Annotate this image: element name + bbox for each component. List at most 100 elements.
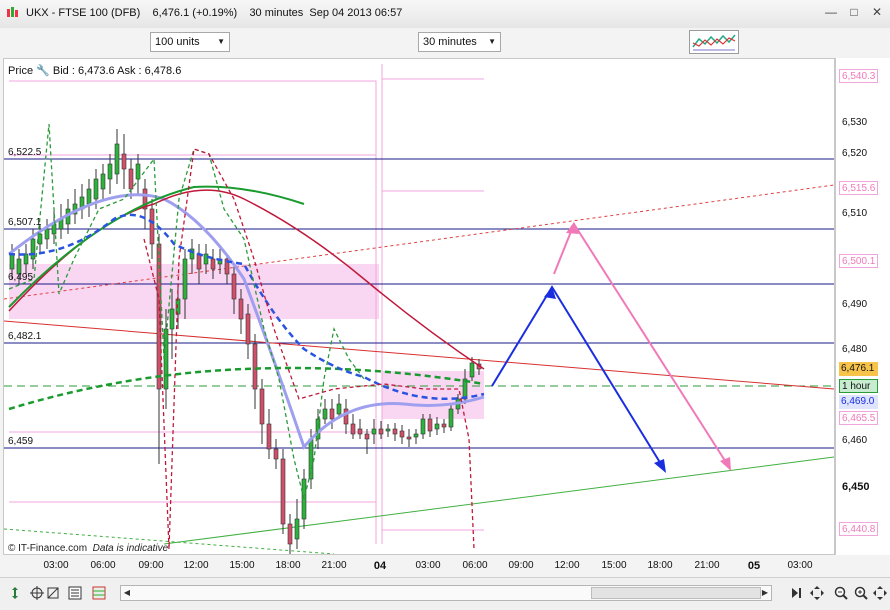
scroll-right-icon[interactable]: ▶ — [759, 586, 771, 600]
arrows-icon[interactable] — [8, 586, 22, 600]
candle-up — [420, 418, 426, 435]
candle-down — [245, 313, 251, 345]
candle-up — [9, 253, 15, 270]
candle-down — [280, 458, 286, 525]
level-label-6459: 6,459 — [8, 436, 34, 447]
candle-down — [364, 433, 370, 440]
candlesticks — [9, 129, 482, 554]
title-bar: UKX - FTSE 100 (DFB) 6,476.1 (+0.19%) 30… — [0, 0, 890, 29]
candle-up — [30, 238, 36, 260]
candle-up — [169, 308, 175, 330]
pink-zone-1 — [9, 264, 379, 319]
candle-up — [448, 408, 454, 428]
scroll-end-icon[interactable] — [790, 586, 804, 600]
scroll-left-icon[interactable]: ◀ — [121, 586, 133, 600]
tag-pink-top: 6,540.3 — [839, 69, 878, 83]
candle-up — [336, 403, 342, 415]
list-icon[interactable] — [68, 586, 82, 600]
red-dotted-oscillator — [143, 148, 475, 550]
x-tick: 03:00 — [43, 560, 69, 571]
pan-icon[interactable] — [810, 586, 824, 600]
x-tick-day: 05 — [747, 560, 761, 572]
chart-type-icon — [692, 34, 736, 51]
candle-up — [322, 408, 328, 420]
chart-footer: © IT-Finance.com Data is indicative — [8, 543, 168, 554]
maximize-icon[interactable]: □ — [846, 5, 862, 19]
x-tick: 09:00 — [138, 560, 164, 571]
candle-down — [399, 430, 405, 438]
y-tick: 6,490 — [842, 299, 868, 310]
level-label-6495: 6,495 — [8, 272, 34, 283]
chart-plot[interactable] — [4, 59, 834, 554]
candle-down — [149, 208, 155, 245]
price-chart[interactable]: Price 🔧 Bid : 6,473.6 Ask : 6,478.6 6,52… — [3, 58, 835, 555]
y-tick: 6,530 — [842, 117, 868, 128]
x-tick: 21:00 — [321, 560, 347, 571]
candle-down — [273, 448, 279, 460]
grid-icon[interactable] — [92, 586, 106, 600]
candle-down — [441, 423, 447, 428]
y-tick: 6,460 — [842, 435, 868, 446]
price-axis[interactable]: 6,540.3 6,530 6,520 6,515.6 6,510 6,500.… — [835, 58, 890, 555]
y-tick: 6,480 — [842, 344, 868, 355]
units-select[interactable]: 100 units ▼ — [150, 32, 230, 52]
candle-up — [434, 423, 440, 430]
chevron-down-icon: ▼ — [217, 37, 225, 46]
units-select-value: 100 units — [155, 36, 200, 48]
level-label-6482: 6,482.1 — [8, 331, 42, 342]
close-icon[interactable]: ✕ — [869, 5, 885, 19]
tools-icon[interactable] — [46, 586, 60, 600]
zoom-in-icon[interactable] — [854, 586, 868, 600]
x-tick: 12:00 — [183, 560, 209, 571]
x-tick: 06:00 — [462, 560, 488, 571]
candle-up — [135, 163, 141, 180]
chart-type-button[interactable] — [689, 30, 739, 54]
scroll-thumb[interactable] — [591, 587, 761, 599]
time-scrollbar[interactable]: ◀ ▶ — [120, 585, 772, 601]
app-icon — [7, 7, 18, 17]
tag-hour: 1 hour — [839, 379, 878, 393]
y-tick: 6,520 — [842, 148, 868, 159]
candle-down — [196, 253, 202, 270]
x-tick: 06:00 — [90, 560, 116, 571]
candle-up — [371, 428, 377, 435]
candle-down — [252, 343, 258, 390]
candle-up — [114, 143, 120, 175]
blue-projection-arrow — [491, 285, 665, 470]
candle-up — [182, 258, 188, 300]
fit-icon[interactable] — [873, 586, 887, 600]
candle-up — [86, 188, 92, 205]
y-tick: 6,510 — [842, 208, 868, 219]
wrench-icon[interactable]: 🔧 — [36, 65, 50, 77]
candle-down — [350, 423, 356, 435]
timeframe-select[interactable]: 30 minutes ▼ — [418, 32, 501, 52]
tag-blue: 6,469.0 — [839, 395, 878, 409]
candle-down — [231, 273, 237, 300]
candle-down — [378, 428, 384, 435]
minimize-icon[interactable]: — — [823, 5, 839, 19]
tag-pink-bottom: 6,440.8 — [839, 522, 878, 536]
x-tick: 03:00 — [787, 560, 813, 571]
candle-up — [294, 518, 300, 540]
candle-up — [385, 428, 391, 432]
x-tick: 15:00 — [229, 560, 255, 571]
info-bar: Price 🔧 Bid : 6,473.6 Ask : 6,478.6 — [8, 64, 181, 77]
candle-down — [210, 258, 216, 270]
bottom-toolbar: ◀ ▶ — [0, 577, 890, 610]
candle-down — [287, 523, 293, 545]
candle-down — [329, 408, 335, 420]
x-tick: 03:00 — [415, 560, 441, 571]
candle-down — [128, 168, 134, 190]
time-axis[interactable]: 03:00 06:00 09:00 12:00 15:00 18:00 21:0… — [3, 555, 835, 577]
crosshair-icon[interactable] — [30, 586, 44, 600]
level-label-6507: 6,507.1 — [8, 217, 42, 228]
x-tick: 21:00 — [694, 560, 720, 571]
zoom-out-icon[interactable] — [834, 586, 848, 600]
toolbar: 100 units ▼ 30 minutes ▼ — [0, 28, 890, 58]
x-tick: 18:00 — [647, 560, 673, 571]
x-tick-day: 04 — [373, 560, 387, 572]
candle-up — [100, 173, 106, 190]
candle-down — [406, 436, 412, 440]
pink-arrowhead-down — [720, 457, 731, 471]
tag-pink-2: 6,515.6 — [839, 181, 878, 195]
